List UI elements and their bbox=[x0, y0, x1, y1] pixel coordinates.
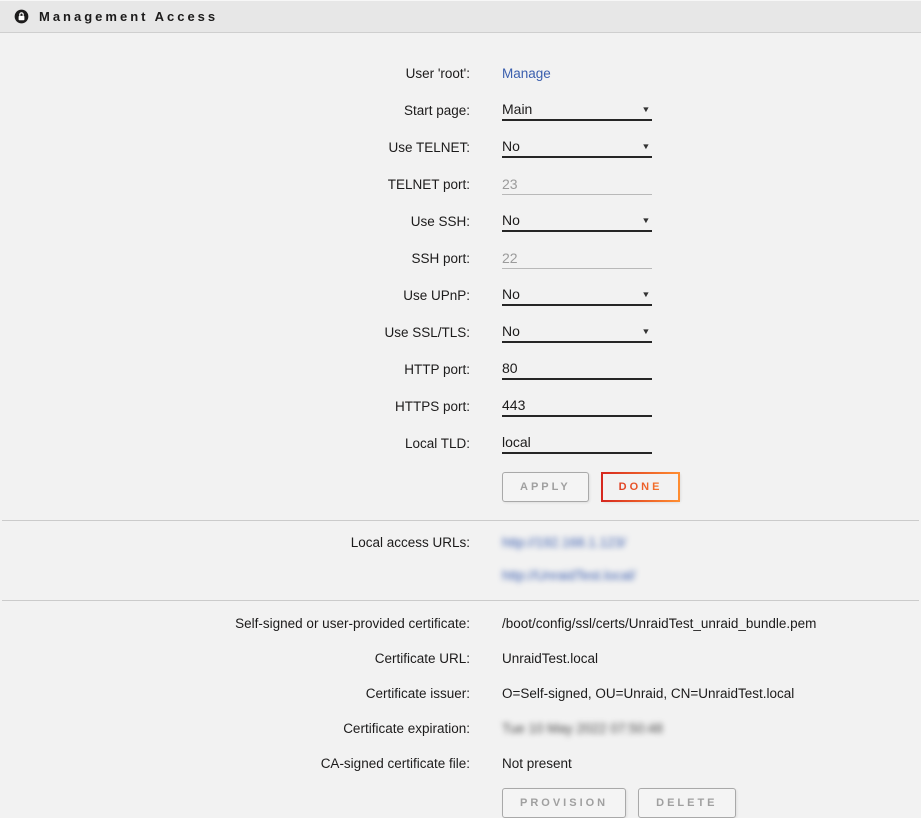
row-local-tld: Local TLD: bbox=[0, 432, 921, 454]
local-access-label: Local access URLs: bbox=[0, 533, 470, 550]
use-telnet-select[interactable]: No ▼ bbox=[502, 136, 652, 158]
row-label: Certificate expiration: bbox=[0, 721, 470, 736]
row-cert-url: Certificate URL: UnraidTest.local bbox=[0, 648, 921, 668]
row-label: HTTP port: bbox=[0, 362, 470, 377]
selected-value: No bbox=[502, 323, 520, 339]
management-access-form: User 'root': Manage Start page: Main ▼ U… bbox=[0, 33, 921, 520]
row-ca-cert: CA-signed certificate file: Not present bbox=[0, 753, 921, 773]
row-label: HTTPS port: bbox=[0, 399, 470, 414]
cert-issuer-value: O=Self-signed, OU=Unraid, CN=UnraidTest.… bbox=[502, 686, 794, 701]
row-label: Use SSH: bbox=[0, 214, 470, 229]
row-use-telnet: Use TELNET: No ▼ bbox=[0, 136, 921, 158]
local-access-url-2[interactable]: http://UnraidTest.local/ bbox=[502, 566, 636, 586]
cert-expiration-value: Tue 10 May 2022 07:50:48 bbox=[502, 721, 663, 736]
chevron-down-icon: ▼ bbox=[641, 290, 650, 299]
apply-button: APPLY bbox=[502, 472, 589, 502]
row-label: TELNET port: bbox=[0, 177, 470, 192]
row-use-upnp: Use UPnP: No ▼ bbox=[0, 284, 921, 306]
row-label: Start page: bbox=[0, 103, 470, 118]
row-label: SSH port: bbox=[0, 251, 470, 266]
row-label: Use TELNET: bbox=[0, 140, 470, 155]
row-start-page: Start page: Main ▼ bbox=[0, 99, 921, 121]
telnet-port-input bbox=[502, 173, 652, 195]
row-cert-file: Self-signed or user-provided certificate… bbox=[0, 613, 921, 633]
row-ssh-port: SSH port: bbox=[0, 247, 921, 269]
local-access-url-1[interactable]: http://192.168.1.123/ bbox=[502, 533, 636, 553]
row-http-port: HTTP port: bbox=[0, 358, 921, 380]
manage-root-link[interactable]: Manage bbox=[502, 66, 551, 81]
selected-value: No bbox=[502, 286, 520, 302]
selected-value: Main bbox=[502, 101, 532, 117]
page-title: Management Access bbox=[39, 9, 218, 24]
http-port-input[interactable] bbox=[502, 358, 652, 380]
https-port-input[interactable] bbox=[502, 395, 652, 417]
done-button[interactable]: DONE bbox=[601, 472, 681, 502]
row-cert-expiration: Certificate expiration: Tue 10 May 2022 … bbox=[0, 718, 921, 738]
certificate-buttons: PROVISION DELETE bbox=[502, 788, 921, 818]
cert-url-value: UnraidTest.local bbox=[502, 651, 598, 666]
local-tld-input[interactable] bbox=[502, 432, 652, 454]
row-user-root: User 'root': Manage bbox=[0, 62, 921, 84]
row-label: Use UPnP: bbox=[0, 288, 470, 303]
row-telnet-port: TELNET port: bbox=[0, 173, 921, 195]
ssh-port-input bbox=[502, 247, 652, 269]
form-buttons: APPLY DONE bbox=[502, 472, 921, 502]
provision-button: PROVISION bbox=[502, 788, 626, 818]
chevron-down-icon: ▼ bbox=[641, 105, 650, 114]
chevron-down-icon: ▼ bbox=[641, 327, 650, 336]
section-titlebar: Management Access bbox=[0, 0, 921, 33]
local-access-section: Local access URLs: http://192.168.1.123/… bbox=[0, 521, 921, 600]
lock-icon bbox=[14, 9, 29, 24]
chevron-down-icon: ▼ bbox=[641, 216, 650, 225]
cert-file-path: /boot/config/ssl/certs/UnraidTest_unraid… bbox=[502, 616, 816, 631]
use-ssh-select[interactable]: No ▼ bbox=[502, 210, 652, 232]
start-page-select[interactable]: Main ▼ bbox=[502, 99, 652, 121]
ca-cert-status: Not present bbox=[502, 756, 572, 771]
row-use-ssl: Use SSL/TLS: No ▼ bbox=[0, 321, 921, 343]
row-cert-issuer: Certificate issuer: O=Self-signed, OU=Un… bbox=[0, 683, 921, 703]
selected-value: No bbox=[502, 212, 520, 228]
row-label: Certificate URL: bbox=[0, 651, 470, 666]
row-label: Self-signed or user-provided certificate… bbox=[0, 616, 470, 631]
row-label: User 'root': bbox=[0, 66, 470, 81]
delete-button: DELETE bbox=[638, 788, 735, 818]
row-label: Certificate issuer: bbox=[0, 686, 470, 701]
certificate-section: Self-signed or user-provided certificate… bbox=[0, 601, 921, 818]
selected-value: No bbox=[502, 138, 520, 154]
use-upnp-select[interactable]: No ▼ bbox=[502, 284, 652, 306]
use-ssl-select[interactable]: No ▼ bbox=[502, 321, 652, 343]
row-use-ssh: Use SSH: No ▼ bbox=[0, 210, 921, 232]
row-label: Local TLD: bbox=[0, 436, 470, 451]
row-label: CA-signed certificate file: bbox=[0, 756, 470, 771]
row-label: Use SSL/TLS: bbox=[0, 325, 470, 340]
chevron-down-icon: ▼ bbox=[641, 142, 650, 151]
row-https-port: HTTPS port: bbox=[0, 395, 921, 417]
